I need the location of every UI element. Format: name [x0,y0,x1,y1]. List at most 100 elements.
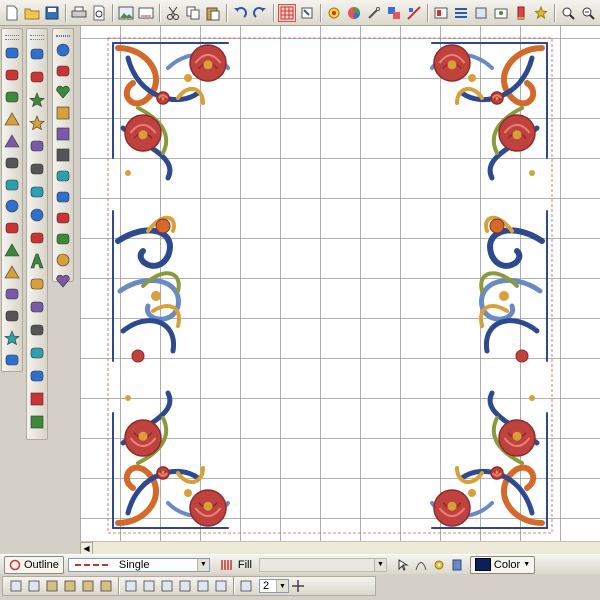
open-folder-icon[interactable] [23,4,41,22]
rectangle-icon[interactable] [3,307,21,324]
hoop-icon[interactable] [405,4,423,22]
fill-select[interactable]: ▼ [258,557,387,572]
align-top-icon[interactable] [177,578,193,594]
star-outline-icon[interactable] [28,91,46,109]
rotate-icon[interactable] [3,154,21,171]
paste-icon[interactable] [204,4,222,22]
knot-icon[interactable] [54,42,72,58]
stars-icon[interactable] [532,4,550,22]
gear-icon[interactable] [431,557,447,573]
corner-motif-top-left[interactable] [112,42,230,181]
magic-wand-icon[interactable] [3,67,21,84]
mountain-icon[interactable] [3,242,21,259]
flag-icon[interactable] [3,132,21,149]
flower-icon[interactable] [3,285,21,302]
save-icon[interactable] [43,4,61,22]
color-wheel-icon[interactable] [345,4,363,22]
side-motif-left[interactable] [112,210,181,363]
unlock-icon[interactable] [62,578,78,594]
lock-alt-icon[interactable] [80,578,96,594]
pointer-icon[interactable] [395,557,411,573]
chevron-down-icon[interactable]: ▼ [373,558,386,571]
select-arrow-icon[interactable] [3,45,21,62]
resize-icon[interactable] [3,176,21,193]
align-center-icon[interactable] [141,578,157,594]
zoom-in-icon[interactable] [559,4,577,22]
print-icon[interactable] [70,4,88,22]
palette-grip[interactable] [5,35,19,40]
outline-button[interactable]: Outline [4,555,64,574]
stack-icon[interactable] [3,220,21,237]
zoom-out-icon[interactable] [579,4,597,22]
dot-grid-red-icon[interactable] [54,126,72,142]
node-icon[interactable] [413,557,429,573]
redo-icon[interactable] [251,4,269,22]
wave-icon[interactable] [28,137,46,155]
pyramid-icon[interactable] [3,264,21,281]
lock-icon[interactable] [44,578,60,594]
square-icon[interactable] [28,229,46,247]
corner-motif-top-right[interactable] [430,42,548,181]
cross-grid-icon[interactable] [28,390,46,408]
image-icon[interactable] [117,4,135,22]
cut-icon[interactable] [164,4,182,22]
undo-icon[interactable] [231,4,249,22]
chevron-down-icon[interactable]: ▼ [276,580,288,592]
side-motif-right[interactable] [479,210,548,363]
circle-link-icon[interactable] [3,198,21,215]
distribute-icon[interactable] [238,578,254,594]
ungroup-icon[interactable] [26,578,42,594]
align-middle-icon[interactable] [195,578,211,594]
star-fill-icon[interactable] [28,114,46,132]
blue-grid-icon[interactable] [54,147,72,163]
zigzag-icon[interactable] [28,183,46,201]
align-left-icon[interactable] [123,578,139,594]
x-shape-icon[interactable] [54,63,72,79]
design-canvas[interactable] [80,26,600,541]
chevron-down-icon[interactable]: ▼ [196,558,209,571]
stitch-icon[interactable] [325,4,343,22]
swan-icon[interactable] [28,45,46,63]
triangle-icon[interactable] [3,110,21,127]
leaf-icon[interactable] [54,189,72,205]
layers-icon[interactable] [432,4,450,22]
sparkle-icon[interactable] [28,68,46,86]
group-icon[interactable] [8,578,24,594]
needle-icon[interactable] [365,4,383,22]
palette-grip[interactable] [56,35,70,37]
node-edit-icon[interactable] [3,89,21,106]
object-icon[interactable] [452,4,470,22]
frame-icon[interactable] [28,367,46,385]
dot-grid-icon[interactable] [54,105,72,121]
thread-icon[interactable] [512,4,530,22]
blob-icon[interactable] [54,168,72,184]
cloud-icon[interactable] [28,344,46,362]
line-style-select[interactable]: Single ▼ [67,557,210,572]
circle-icon[interactable] [28,206,46,224]
new-file-icon[interactable] [3,4,21,22]
fill-button[interactable]: Fill [216,556,257,574]
unlock-alt-icon[interactable] [98,578,114,594]
gear-star-icon[interactable] [3,329,21,346]
feather-icon[interactable] [54,210,72,226]
rose-icon[interactable] [54,231,72,247]
copy-icon[interactable] [184,4,202,22]
align-right-icon[interactable] [159,578,175,594]
color-button[interactable]: Color ▼ [469,555,536,574]
domino-icon[interactable] [28,413,46,431]
spacing-select[interactable]: 2 ▼ [259,579,289,593]
spool-icon[interactable] [449,557,465,573]
heart-cluster-icon[interactable] [54,84,72,100]
picture-icon[interactable] [492,4,510,22]
print-preview-icon[interactable] [90,4,108,22]
color-swap-icon[interactable] [385,4,403,22]
select-icon[interactable] [298,4,316,22]
horizontal-scrollbar[interactable]: ◀ [80,541,600,555]
move-icon[interactable] [290,578,306,594]
corner-motif-bottom-left[interactable] [112,390,230,529]
arrows-icon[interactable] [28,321,46,339]
align-icon[interactable] [472,4,490,22]
palette-grip[interactable] [30,35,44,40]
redwork-icon[interactable] [28,298,46,316]
grid-icon[interactable] [278,3,296,22]
